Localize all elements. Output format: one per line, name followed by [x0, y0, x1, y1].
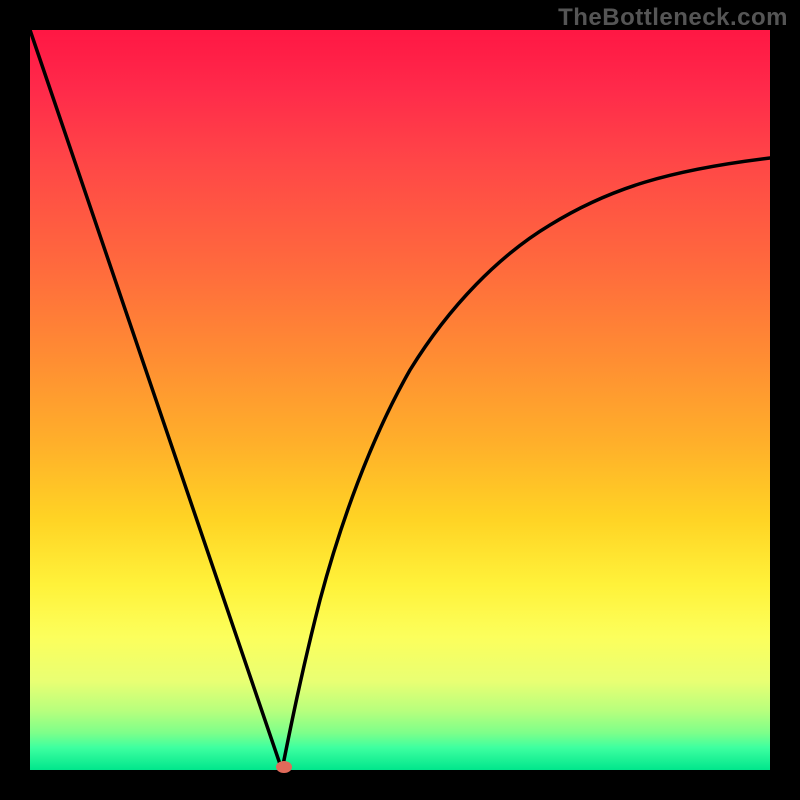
curve-svg [30, 30, 770, 770]
curve-left-branch [30, 30, 282, 770]
trough-marker [276, 761, 292, 773]
chart-frame: TheBottleneck.com [0, 0, 800, 800]
curve-right-branch [282, 158, 770, 770]
watermark-text: TheBottleneck.com [558, 4, 788, 32]
plot-area [30, 30, 770, 770]
